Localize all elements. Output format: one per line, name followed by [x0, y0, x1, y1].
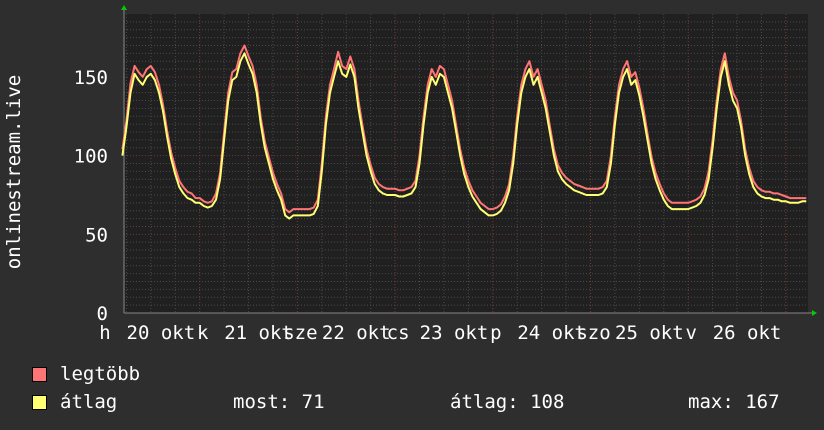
x-weekday-label: p [490, 322, 501, 344]
stat-average: átlag: 108 [450, 391, 565, 413]
legend-swatch-max [32, 367, 47, 382]
x-date-label: 23 okt [420, 322, 489, 344]
x-weekday-label: v [685, 322, 696, 344]
x-weekday-label: h [99, 322, 110, 344]
x-date-label: 22 okt [322, 322, 391, 344]
x-date-label: 21 okt [224, 322, 293, 344]
x-date-label: 26 okt [713, 322, 782, 344]
x-weekday-label: k [197, 322, 209, 344]
rrd-graph: 0 50 100 150 h k sze cs p szo v 20 okt 21 okt 22 okt 2… [0, 0, 824, 430]
y-tick-label: 50 [85, 224, 108, 246]
stat-now: most: 71 [233, 391, 325, 413]
y-axis-label: onlinestream.live [3, 75, 25, 269]
stat-max: max: 167 [688, 391, 780, 413]
x-axis-arrow-icon [812, 310, 817, 316]
y-axis-arrow-icon [121, 5, 127, 10]
y-tick-label: 150 [74, 67, 108, 89]
legend-avg-label: átlag [60, 391, 118, 413]
legend-swatch-avg [32, 395, 47, 410]
x-date-label: 20 okt [127, 322, 196, 344]
x-date-label: 25 okt [615, 322, 684, 344]
x-date-label: 24 okt [517, 322, 586, 344]
y-tick-label: 100 [74, 146, 108, 168]
legend-max-label: legtöbb [60, 363, 141, 385]
